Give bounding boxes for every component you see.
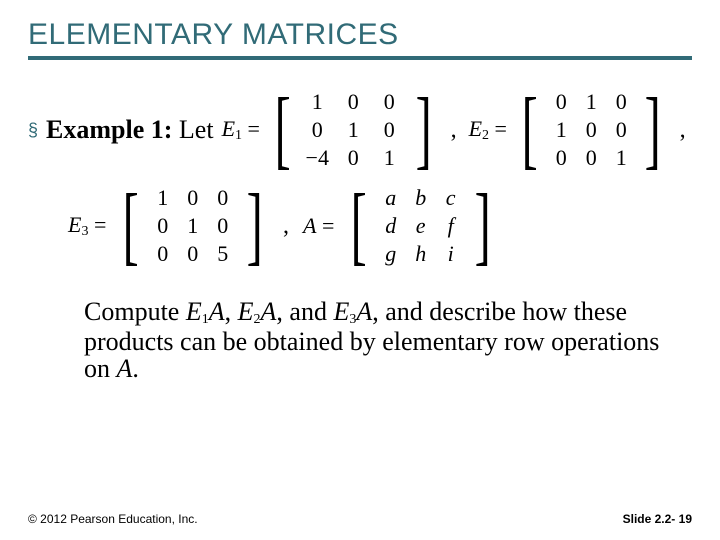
example-line-2: E3 = [ 100 010 005 ] , A = [ abc def ghi… xyxy=(68,184,692,268)
e1-symbol: E1 = xyxy=(222,116,260,144)
slide-number: Slide 2.2- 19 xyxy=(623,512,692,526)
a-matrix: [ abc def ghi ] xyxy=(344,184,497,268)
example-label: Example 1: Let xyxy=(46,115,214,145)
e1-matrix: [ 100 010 −401 ] xyxy=(268,88,439,172)
a-symbol: A = xyxy=(303,213,334,239)
example-line-1: § Example 1: Let E1 = [ 100 010 −401 ] ,… xyxy=(28,88,692,172)
e2-symbol: E2 = xyxy=(469,116,507,144)
separator: , xyxy=(676,117,690,144)
e2-matrix: [ 010 100 001 ] xyxy=(515,88,668,172)
bullet-icon: § xyxy=(28,121,38,139)
footer: © 2012 Pearson Education, Inc. Slide 2.2… xyxy=(28,512,692,526)
slide: ELEMENTARY MATRICES § Example 1: Let E1 … xyxy=(0,0,720,540)
separator: , xyxy=(279,213,293,240)
task-text: Compute E1A, E2A, and E3A, and describe … xyxy=(28,298,692,382)
e3-matrix: [ 100 010 005 ] xyxy=(116,184,269,268)
copyright-text: © 2012 Pearson Education, Inc. xyxy=(28,512,198,526)
title-underline xyxy=(28,56,692,60)
e3-symbol: E3 = xyxy=(68,212,106,240)
page-title: ELEMENTARY MATRICES xyxy=(28,18,692,52)
separator: , xyxy=(447,117,461,144)
